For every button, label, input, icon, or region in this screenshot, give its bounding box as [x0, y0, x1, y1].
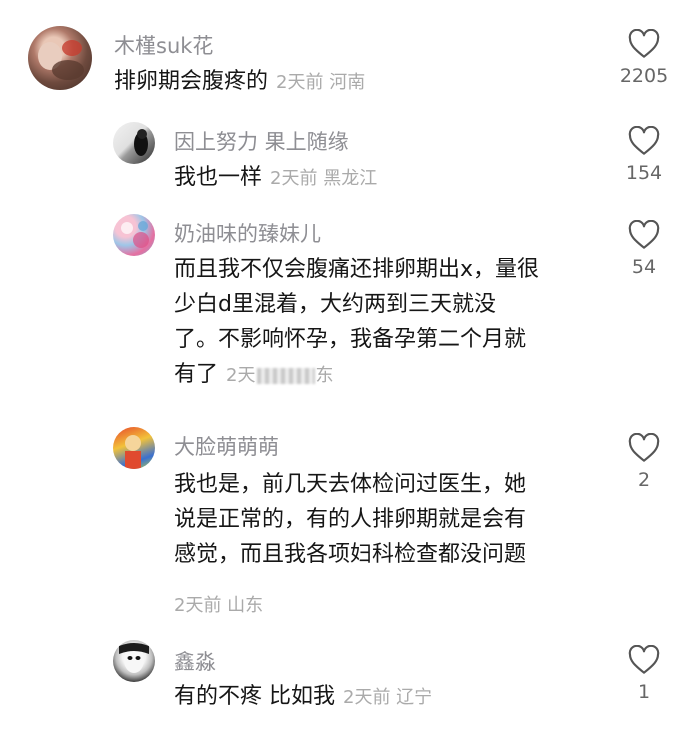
reply-item: 大脸萌萌萌 我也是，前几天去体检问过医生，她 说是正常的，有的人排卵期就是会有 … — [0, 427, 690, 617]
comment-text: 我也是，前几天去体检问过医生，她 说是正常的，有的人排卵期就是会有 感觉，而且我… — [174, 472, 527, 567]
heart-outline-icon — [628, 433, 660, 462]
comment-meta: 2天前 河南 — [276, 72, 366, 93]
like-count: 2205 — [619, 65, 669, 87]
reply-item: 因上努力 果上随缘 我也一样 2天前 黑龙江 154 — [0, 122, 690, 198]
comment-meta: 2天东 — [226, 365, 334, 386]
like-button[interactable]: 1 — [608, 645, 680, 703]
avatar[interactable] — [113, 122, 155, 164]
like-button[interactable]: 2205 — [608, 29, 680, 87]
like-count: 154 — [625, 162, 663, 184]
heart-outline-icon — [628, 645, 660, 674]
comment-text: 而且我不仅会腹痛还排卵期出x，量很 少白d里混着，大约两到三天就没 了。不影响怀… — [174, 257, 540, 387]
like-count: 2 — [637, 469, 651, 491]
comment-author[interactable]: 因上努力 果上随缘 — [174, 126, 349, 156]
reply-item: 奶油味的臻妹儿 而且我不仅会腹痛还排卵期出x，量很 少白d里混着，大约两到三天就… — [0, 214, 690, 414]
avatar[interactable] — [28, 26, 92, 90]
comment-author[interactable]: 木槿suk花 — [114, 30, 213, 60]
comment-meta: 2天前 山东 — [174, 595, 264, 616]
comment-text: 排卵期会腹疼的 2天前 河南 — [114, 69, 366, 94]
avatar[interactable] — [113, 427, 155, 469]
comment-author[interactable]: 奶油味的臻妹儿 — [174, 218, 321, 248]
heart-outline-icon — [628, 220, 660, 249]
reply-item: 鑫淼 有的不疼 比如我 2天前 辽宁 1 — [0, 640, 690, 720]
like-button[interactable]: 2 — [608, 433, 680, 491]
redacted-location — [257, 368, 316, 384]
comment-item: 木槿suk花 排卵期会腹疼的 2天前 河南 2205 — [0, 26, 690, 106]
comment-text: 我也一样 2天前 黑龙江 — [174, 165, 378, 190]
like-count: 54 — [631, 256, 657, 278]
heart-outline-icon — [628, 126, 660, 155]
like-button[interactable]: 54 — [608, 220, 680, 278]
avatar[interactable] — [113, 640, 155, 682]
heart-outline-icon — [628, 29, 660, 58]
like-count: 1 — [637, 681, 651, 703]
comment-meta: 2天前 辽宁 — [343, 687, 433, 708]
like-button[interactable]: 154 — [608, 126, 680, 184]
comment-author[interactable]: 鑫淼 — [174, 646, 216, 676]
comment-text: 有的不疼 比如我 2天前 辽宁 — [174, 684, 433, 709]
avatar[interactable] — [113, 214, 155, 256]
comment-meta: 2天前 黑龙江 — [270, 168, 378, 189]
comment-author[interactable]: 大脸萌萌萌 — [174, 431, 279, 461]
